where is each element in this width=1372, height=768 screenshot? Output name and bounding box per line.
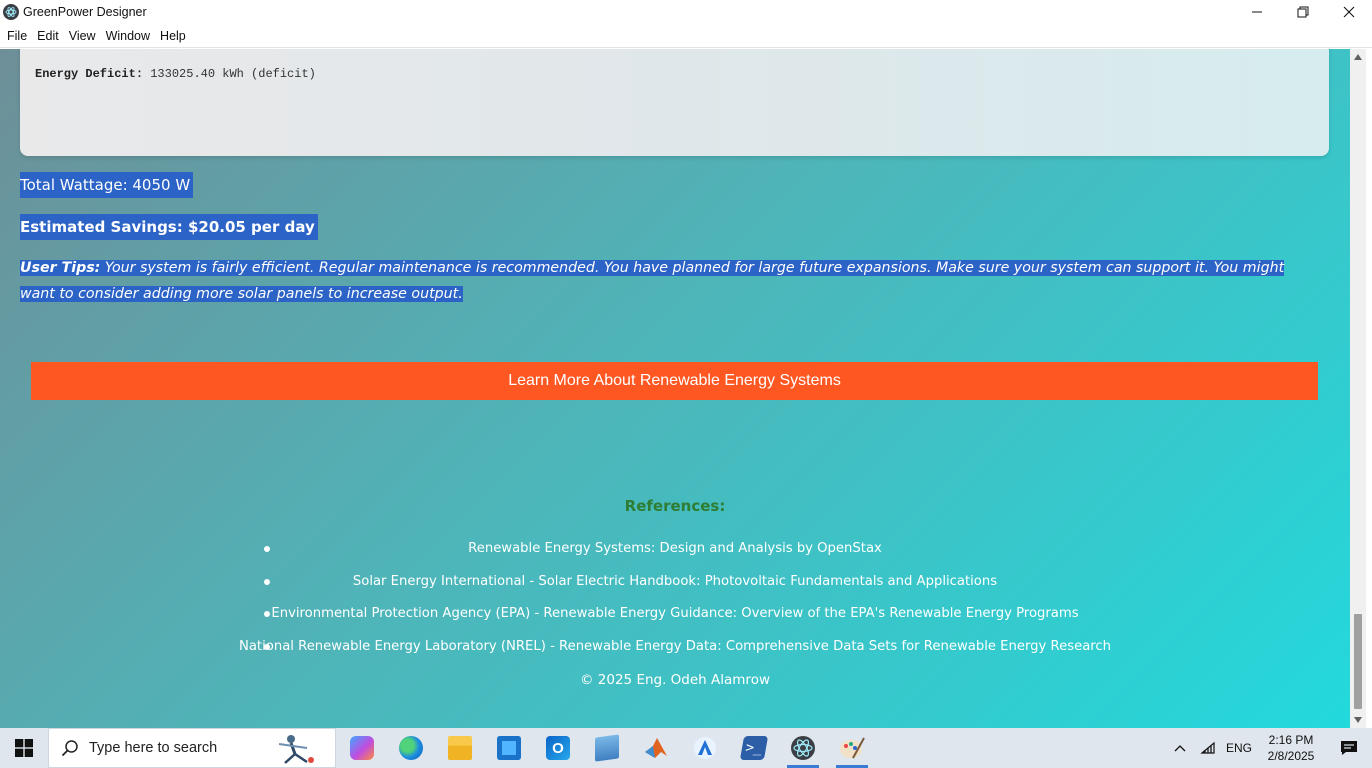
reference-item: National Renewable Energy Laboratory (NR… bbox=[0, 635, 1350, 668]
folder-icon bbox=[448, 736, 472, 760]
reference-item: Environmental Protection Agency (EPA) - … bbox=[0, 602, 1350, 635]
search-highlight-icon bbox=[278, 735, 314, 764]
reference-item: Solar Energy International - Solar Elect… bbox=[0, 570, 1350, 603]
show-hidden-icons-button[interactable] bbox=[1166, 744, 1194, 752]
paint-icon[interactable] bbox=[828, 728, 876, 768]
copilot-icon-glyph bbox=[350, 736, 374, 760]
chevron-up-icon bbox=[1174, 745, 1186, 752]
search-icon bbox=[61, 740, 78, 757]
window-title: GreenPower Designer bbox=[23, 5, 147, 19]
reference-item: Renewable Energy Systems: Design and Ana… bbox=[0, 537, 1350, 570]
menu-help[interactable]: Help bbox=[155, 24, 191, 48]
clock[interactable]: 2:16 PM 2/8/2025 bbox=[1256, 732, 1326, 764]
learn-more-button[interactable]: Learn More About Renewable Energy System… bbox=[31, 362, 1318, 400]
menu-file[interactable]: File bbox=[2, 24, 32, 48]
copilot-icon[interactable] bbox=[338, 728, 386, 768]
restore-button[interactable] bbox=[1280, 0, 1326, 24]
scroll-up-icon[interactable] bbox=[1354, 54, 1362, 60]
paint-icon-glyph bbox=[840, 737, 865, 759]
restore-icon bbox=[1297, 6, 1309, 18]
scroll-down-icon[interactable] bbox=[1354, 717, 1362, 723]
deficit-value: 133025.40 kWh (deficit) bbox=[143, 67, 316, 81]
close-icon bbox=[1343, 6, 1355, 18]
copyright: © 2025 Eng. Odeh Alamrow bbox=[580, 672, 770, 688]
results-panel: Energy Deficit: 133025.40 kWh (deficit) bbox=[20, 49, 1329, 156]
notifications-button[interactable] bbox=[1326, 740, 1372, 756]
clock-time: 2:16 PM bbox=[1268, 733, 1314, 747]
close-button[interactable] bbox=[1326, 0, 1372, 24]
taskbar-search[interactable]: Type here to search bbox=[48, 728, 336, 768]
outlook-icon[interactable]: O bbox=[534, 728, 582, 768]
estimated-savings: Estimated Savings: $20.05 per day bbox=[20, 214, 318, 240]
clock-date: 2/8/2025 bbox=[1267, 749, 1315, 763]
references-list: Renewable Energy Systems: Design and Ana… bbox=[0, 537, 1350, 667]
powershell-icon-glyph: >_ bbox=[739, 736, 769, 760]
electron-app-icon bbox=[3, 4, 19, 20]
scroll-thumb[interactable] bbox=[1354, 614, 1362, 709]
edge-icon[interactable] bbox=[387, 728, 435, 768]
electron-icon-glyph bbox=[791, 736, 815, 760]
file-explorer-icon[interactable] bbox=[436, 728, 484, 768]
store-icon-glyph bbox=[497, 736, 521, 760]
main-content[interactable]: Energy Deficit: 133025.40 kWh (deficit) … bbox=[0, 49, 1350, 728]
menu-window[interactable]: Window bbox=[101, 24, 155, 48]
user-tips-label: User Tips: bbox=[20, 260, 101, 276]
deficit-label: Energy Deficit: bbox=[35, 67, 144, 81]
wifi-icon bbox=[1200, 741, 1215, 754]
language-indicator[interactable]: ENG bbox=[1222, 741, 1256, 755]
search-placeholder: Type here to search bbox=[89, 740, 218, 756]
title-bar: GreenPower Designer bbox=[0, 0, 1372, 24]
minimize-icon bbox=[1252, 11, 1262, 13]
matlab-icon-glyph bbox=[645, 738, 667, 758]
menu-edit[interactable]: Edit bbox=[32, 24, 64, 48]
electron-app-icon[interactable] bbox=[779, 728, 827, 768]
outlook-icon-glyph: O bbox=[546, 736, 570, 760]
references-title: References: bbox=[624, 497, 726, 515]
taskbar: Type here to search O >_ ENG 2:16 PM 2/8… bbox=[0, 728, 1372, 768]
network-button[interactable] bbox=[1194, 741, 1222, 755]
windows-icon bbox=[15, 739, 33, 757]
matlab-icon[interactable] bbox=[632, 728, 680, 768]
remote-desktop-icon[interactable] bbox=[583, 728, 631, 768]
menu-bar: File Edit View Window Help bbox=[0, 24, 1372, 48]
monitor-icon bbox=[595, 734, 619, 762]
edge-icon-glyph bbox=[399, 736, 423, 760]
energy-deficit-text: Energy Deficit: 133025.40 kWh (deficit) bbox=[35, 67, 316, 81]
system-tray: ENG 2:16 PM 2/8/2025 bbox=[1166, 728, 1372, 768]
azure-icon[interactable] bbox=[681, 728, 729, 768]
total-wattage: Total Wattage: 4050 W bbox=[20, 172, 194, 198]
notification-icon bbox=[1341, 741, 1357, 755]
azure-icon-glyph bbox=[694, 737, 716, 759]
start-button[interactable] bbox=[0, 728, 48, 768]
menu-view[interactable]: View bbox=[64, 24, 101, 48]
user-tips: User Tips: Your system is fairly efficie… bbox=[20, 255, 1310, 307]
vertical-scrollbar[interactable] bbox=[1350, 49, 1366, 728]
minimize-button[interactable] bbox=[1234, 0, 1280, 24]
powershell-icon[interactable]: >_ bbox=[730, 728, 778, 768]
store-icon[interactable] bbox=[485, 728, 533, 768]
user-tips-text: Your system is fairly efficient. Regular… bbox=[20, 260, 1285, 302]
